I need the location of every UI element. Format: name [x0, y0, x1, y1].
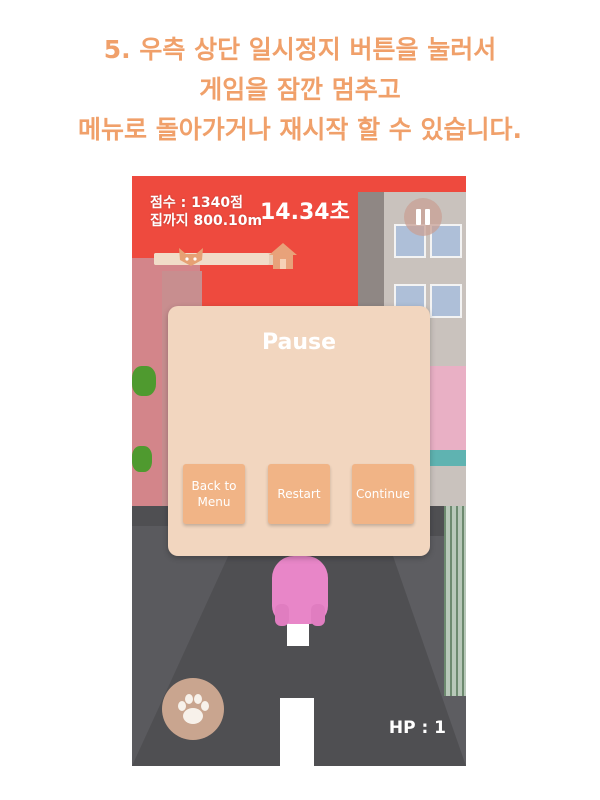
instruction-line-1: 5. 우측 상단 일시정지 버튼을 눌러서: [103, 35, 497, 64]
instruction-line-2: 게임을 잠깐 멈추고: [199, 75, 401, 104]
distance-progress-bar: [154, 253, 282, 265]
pause-icon: [416, 209, 421, 225]
back-to-menu-label-line2: Menu: [197, 495, 231, 509]
restart-button[interactable]: Restart: [268, 464, 330, 524]
tree: [132, 366, 156, 396]
continue-button[interactable]: Continue: [352, 464, 414, 524]
pig-leg: [275, 604, 289, 626]
house-icon: [268, 241, 298, 275]
distance-text: 집까지 800.10m: [150, 213, 263, 229]
score-text: 점수 : 1340점: [150, 195, 243, 211]
pig-leg: [311, 604, 325, 626]
paw-icon: [178, 694, 209, 724]
back-to-menu-button[interactable]: Back to Menu: [183, 464, 245, 524]
hp-text: HP : 1: [388, 718, 446, 738]
cat-head-icon: [176, 246, 206, 272]
continue-label: Continue: [356, 487, 410, 501]
hud-score: 점수 : 1340점 집까지 800.10m: [150, 194, 262, 230]
pause-title: Pause: [261, 330, 337, 355]
pause-dialog: Pause Back to Menu Restart Continue: [168, 306, 430, 556]
pause-icon: [425, 209, 430, 225]
fence: [444, 506, 466, 696]
building-window: [430, 284, 462, 318]
distance-progress-fill: [154, 253, 270, 265]
road-line: [280, 698, 314, 766]
game-screen: 점수 : 1340점 집까지 800.10m 14.34초 Pause Back…: [132, 176, 466, 766]
restart-label: Restart: [277, 487, 321, 501]
tree: [132, 446, 152, 472]
pause-button[interactable]: [404, 198, 442, 236]
back-to-menu-label-line1: Back to: [191, 479, 237, 493]
instruction-line-3: 메뉴로 돌아가거나 재시작 할 수 있습니다.: [77, 115, 523, 144]
instructions: 5. 우측 상단 일시정지 버튼을 눌러서 게임을 잠깐 멈추고 메뉴로 돌아가…: [0, 30, 600, 150]
paw-button[interactable]: [162, 678, 224, 740]
timer-text: 14.34초: [260, 200, 350, 225]
